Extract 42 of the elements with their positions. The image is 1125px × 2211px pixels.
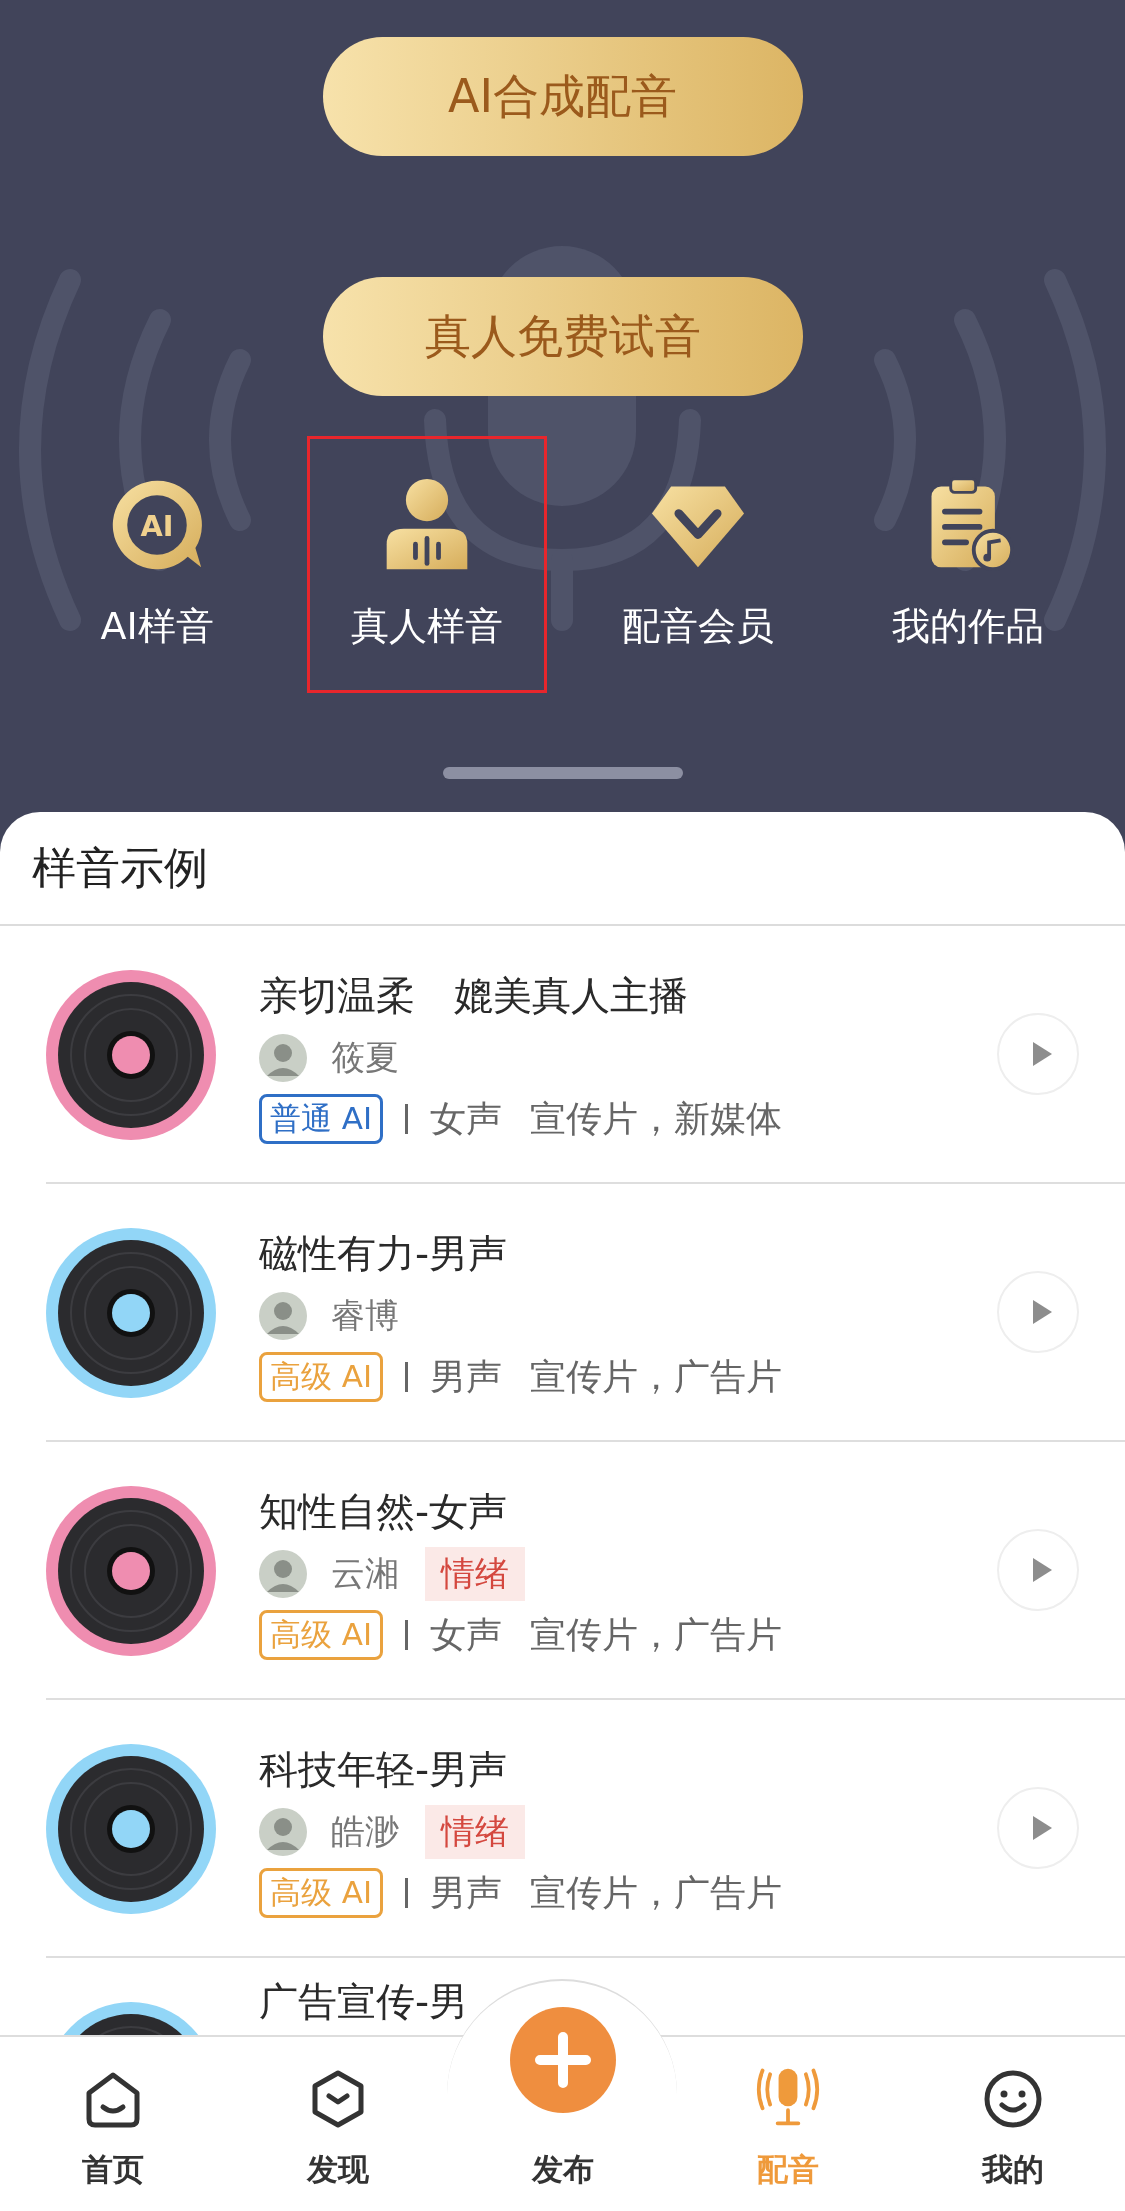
voice-title: 知性自然-女声 <box>259 1488 509 1536</box>
avatar-icon <box>259 1292 307 1340</box>
gender-text: 男声 <box>430 1870 503 1915</box>
voice-title: 广告宣传-男 <box>259 1978 470 2026</box>
emotion-tag: 情绪 <box>425 1547 525 1601</box>
usage-tags: 宣传片，广告片 <box>530 1610 783 1660</box>
gender-text: 男声 <box>430 1354 503 1399</box>
avatar-icon <box>259 1808 307 1856</box>
voice-title: 亲切温柔 媲美真人主播 <box>259 972 689 1020</box>
usage-tags: 宣传片，新媒体 <box>530 1094 783 1144</box>
drag-handle[interactable] <box>443 767 683 779</box>
nav-tab[interactable]: 首页 <box>0 2035 225 2211</box>
tier-tag: 高级 AI <box>259 1868 384 1918</box>
usage-tags: 宣传片，广告片 <box>530 1352 783 1402</box>
shortcut-label: 真人样音 <box>351 603 504 650</box>
gender-text: 女声 <box>430 1612 503 1657</box>
tier-tag: 普通 AI <box>259 1094 384 1144</box>
shortcut-item[interactable]: 配音会员 <box>577 436 818 693</box>
shortcut-item[interactable]: AI AI样音 <box>37 436 278 693</box>
shortcut-label: 配音会员 <box>621 603 774 650</box>
shortcut-label: 我的作品 <box>891 603 1044 650</box>
emotion-tag: 情绪 <box>425 1805 525 1859</box>
author-name: 皓渺 <box>331 1810 399 1853</box>
nav-tab[interactable]: 发现 <box>225 2035 450 2211</box>
usage-tags: 宣传片，广告片 <box>530 1868 783 1918</box>
avatar-icon <box>259 1034 307 1082</box>
shortcut-label: AI样音 <box>100 603 214 650</box>
gender-text: 女声 <box>430 1096 503 1141</box>
nav-tab[interactable]: 我的 <box>900 2035 1125 2211</box>
author-name: 云湘 <box>331 1552 399 1595</box>
tier-tag: 高级 AI <box>259 1352 384 1402</box>
shortcut-item[interactable]: 真人样音 <box>307 436 548 693</box>
shortcut-item[interactable]: 我的作品 <box>847 436 1088 693</box>
avatar-icon <box>259 1550 307 1598</box>
tier-tag: 高级 AI <box>259 1610 384 1660</box>
author-name: 筱夏 <box>331 1036 399 1079</box>
voice-button[interactable]: 真人免费试音 <box>322 277 803 396</box>
voice-title: 磁性有力-男声 <box>259 1230 509 1278</box>
author-name: 睿博 <box>331 1294 399 1337</box>
section-title: 样音示例 <box>32 840 208 895</box>
smiley-icon <box>982 2069 1043 2129</box>
voice-title: 科技年轻-男声 <box>259 1746 509 1794</box>
